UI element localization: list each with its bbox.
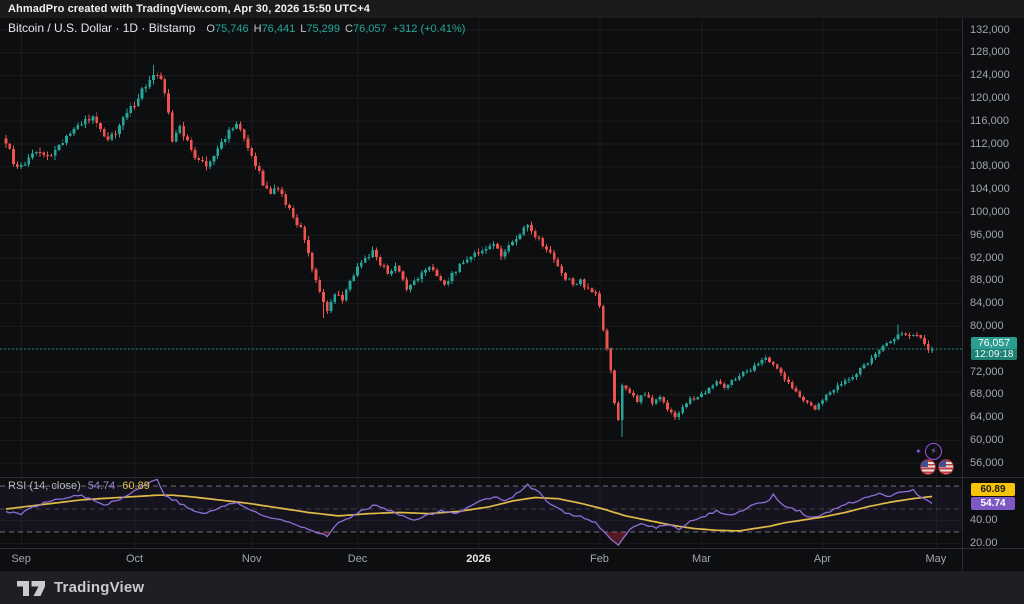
time-axis-label: Sep bbox=[0, 553, 43, 565]
time-axis-label: May bbox=[914, 553, 958, 565]
ohlc-field-label: O bbox=[206, 23, 215, 35]
price-axis-label: 84,000 bbox=[970, 297, 1004, 309]
tradingview-logo-icon bbox=[16, 578, 46, 598]
time-axis-label: Dec bbox=[336, 553, 380, 565]
rsi-ma-value: 60.89 bbox=[122, 480, 150, 492]
ohlc-values: O75,746H76,441L75,299C76,057 bbox=[201, 23, 386, 35]
ohlc-field-value: 75,299 bbox=[306, 23, 340, 35]
attribution-bar: AhmadPro created with TradingView.com, A… bbox=[0, 0, 1024, 18]
time-axis-label: Mar bbox=[680, 553, 724, 565]
lightning-reaction-icon[interactable]: ⚡ bbox=[925, 443, 942, 460]
price-axis-label: 88,000 bbox=[970, 274, 1004, 286]
price-axis-label: 56,000 bbox=[970, 457, 1004, 469]
rsi-value: 54.74 bbox=[88, 480, 116, 492]
ohlc-field-value: 76,057 bbox=[353, 23, 387, 35]
price-axis-label: 92,000 bbox=[970, 252, 1004, 264]
price-axis[interactable]: 132,000 128,000 124,000 120,000 116,000 112,0… bbox=[962, 18, 1024, 548]
price-axis-label: 116,000 bbox=[970, 115, 1009, 127]
rsi-axis-label: 40.00 bbox=[970, 514, 998, 526]
rsi-label: RSI (14, close) bbox=[8, 480, 81, 492]
price-axis-label: 100,000 bbox=[970, 206, 1010, 218]
price-axis-label: 124,000 bbox=[970, 69, 1010, 81]
time-axis-label: Oct bbox=[113, 553, 157, 565]
ohlc-field-value: 75,746 bbox=[215, 23, 249, 35]
price-axis-label: 64,000 bbox=[970, 411, 1004, 423]
price-axis-label: 128,000 bbox=[970, 46, 1010, 58]
ohlc-field-label: C bbox=[345, 23, 353, 35]
grid-lines bbox=[0, 18, 962, 548]
last-price-badge: 76,057 12:09:18 bbox=[971, 337, 1017, 360]
tradingview-chart-snapshot: AhmadPro created with TradingView.com, A… bbox=[0, 0, 1024, 604]
ohlc-field-value: 76,441 bbox=[262, 23, 296, 35]
candlestick-series bbox=[5, 65, 934, 437]
rsi-axis-label: 20.00 bbox=[970, 537, 998, 549]
price-axis-label: 108,000 bbox=[970, 160, 1010, 172]
price-axis-label: 120,000 bbox=[970, 92, 1010, 104]
bar-countdown: 12:09:18 bbox=[971, 349, 1017, 360]
price-axis-label: 60,000 bbox=[970, 434, 1004, 446]
rsi-ma-badge: 60.89 bbox=[971, 483, 1015, 496]
time-axis-label: Apr bbox=[800, 553, 844, 565]
price-axis-label: 104,000 bbox=[970, 183, 1010, 195]
footer-bar: TradingView bbox=[0, 570, 1024, 604]
us-flag-reaction-icon[interactable] bbox=[938, 459, 954, 475]
time-axis-label: Nov bbox=[230, 553, 274, 565]
price-axis-label: 68,000 bbox=[970, 388, 1004, 400]
symbol-legend[interactable]: Bitcoin / U.S. Dollar · 1D · BitstampO75… bbox=[8, 21, 465, 35]
us-flag-reaction-icon[interactable] bbox=[920, 459, 936, 475]
price-axis-label: 132,000 bbox=[970, 24, 1010, 36]
price-axis-label: 112,000 bbox=[970, 138, 1009, 150]
tradingview-logo[interactable]: TradingView bbox=[16, 578, 144, 598]
rsi-legend[interactable]: RSI (14, close) 54.74 60.89 bbox=[8, 480, 150, 492]
change-value: +312 (+0.41%) bbox=[393, 23, 466, 35]
attribution-text: AhmadPro created with TradingView.com, A… bbox=[0, 0, 1024, 18]
symbol-title: Bitcoin / U.S. Dollar · 1D · Bitstamp bbox=[8, 21, 195, 35]
chart-canvas[interactable] bbox=[0, 0, 1024, 604]
time-axis-label: 2026 bbox=[457, 553, 501, 565]
price-axis-label: 80,000 bbox=[970, 320, 1004, 332]
rsi-value-badge: 54.74 bbox=[971, 497, 1015, 510]
price-axis-label: 96,000 bbox=[970, 229, 1004, 241]
price-axis-label: 72,000 bbox=[970, 366, 1004, 378]
ohlc-field-label: H bbox=[254, 23, 262, 35]
time-axis[interactable]: Sep Oct Nov Dec 2026 Feb Mar Apr May bbox=[0, 548, 962, 570]
time-axis-label: Feb bbox=[577, 553, 621, 565]
last-price-value: 76,057 bbox=[971, 337, 1017, 349]
tradingview-logo-text: TradingView bbox=[54, 579, 144, 596]
sparkle-icon: ✦ bbox=[915, 447, 922, 456]
